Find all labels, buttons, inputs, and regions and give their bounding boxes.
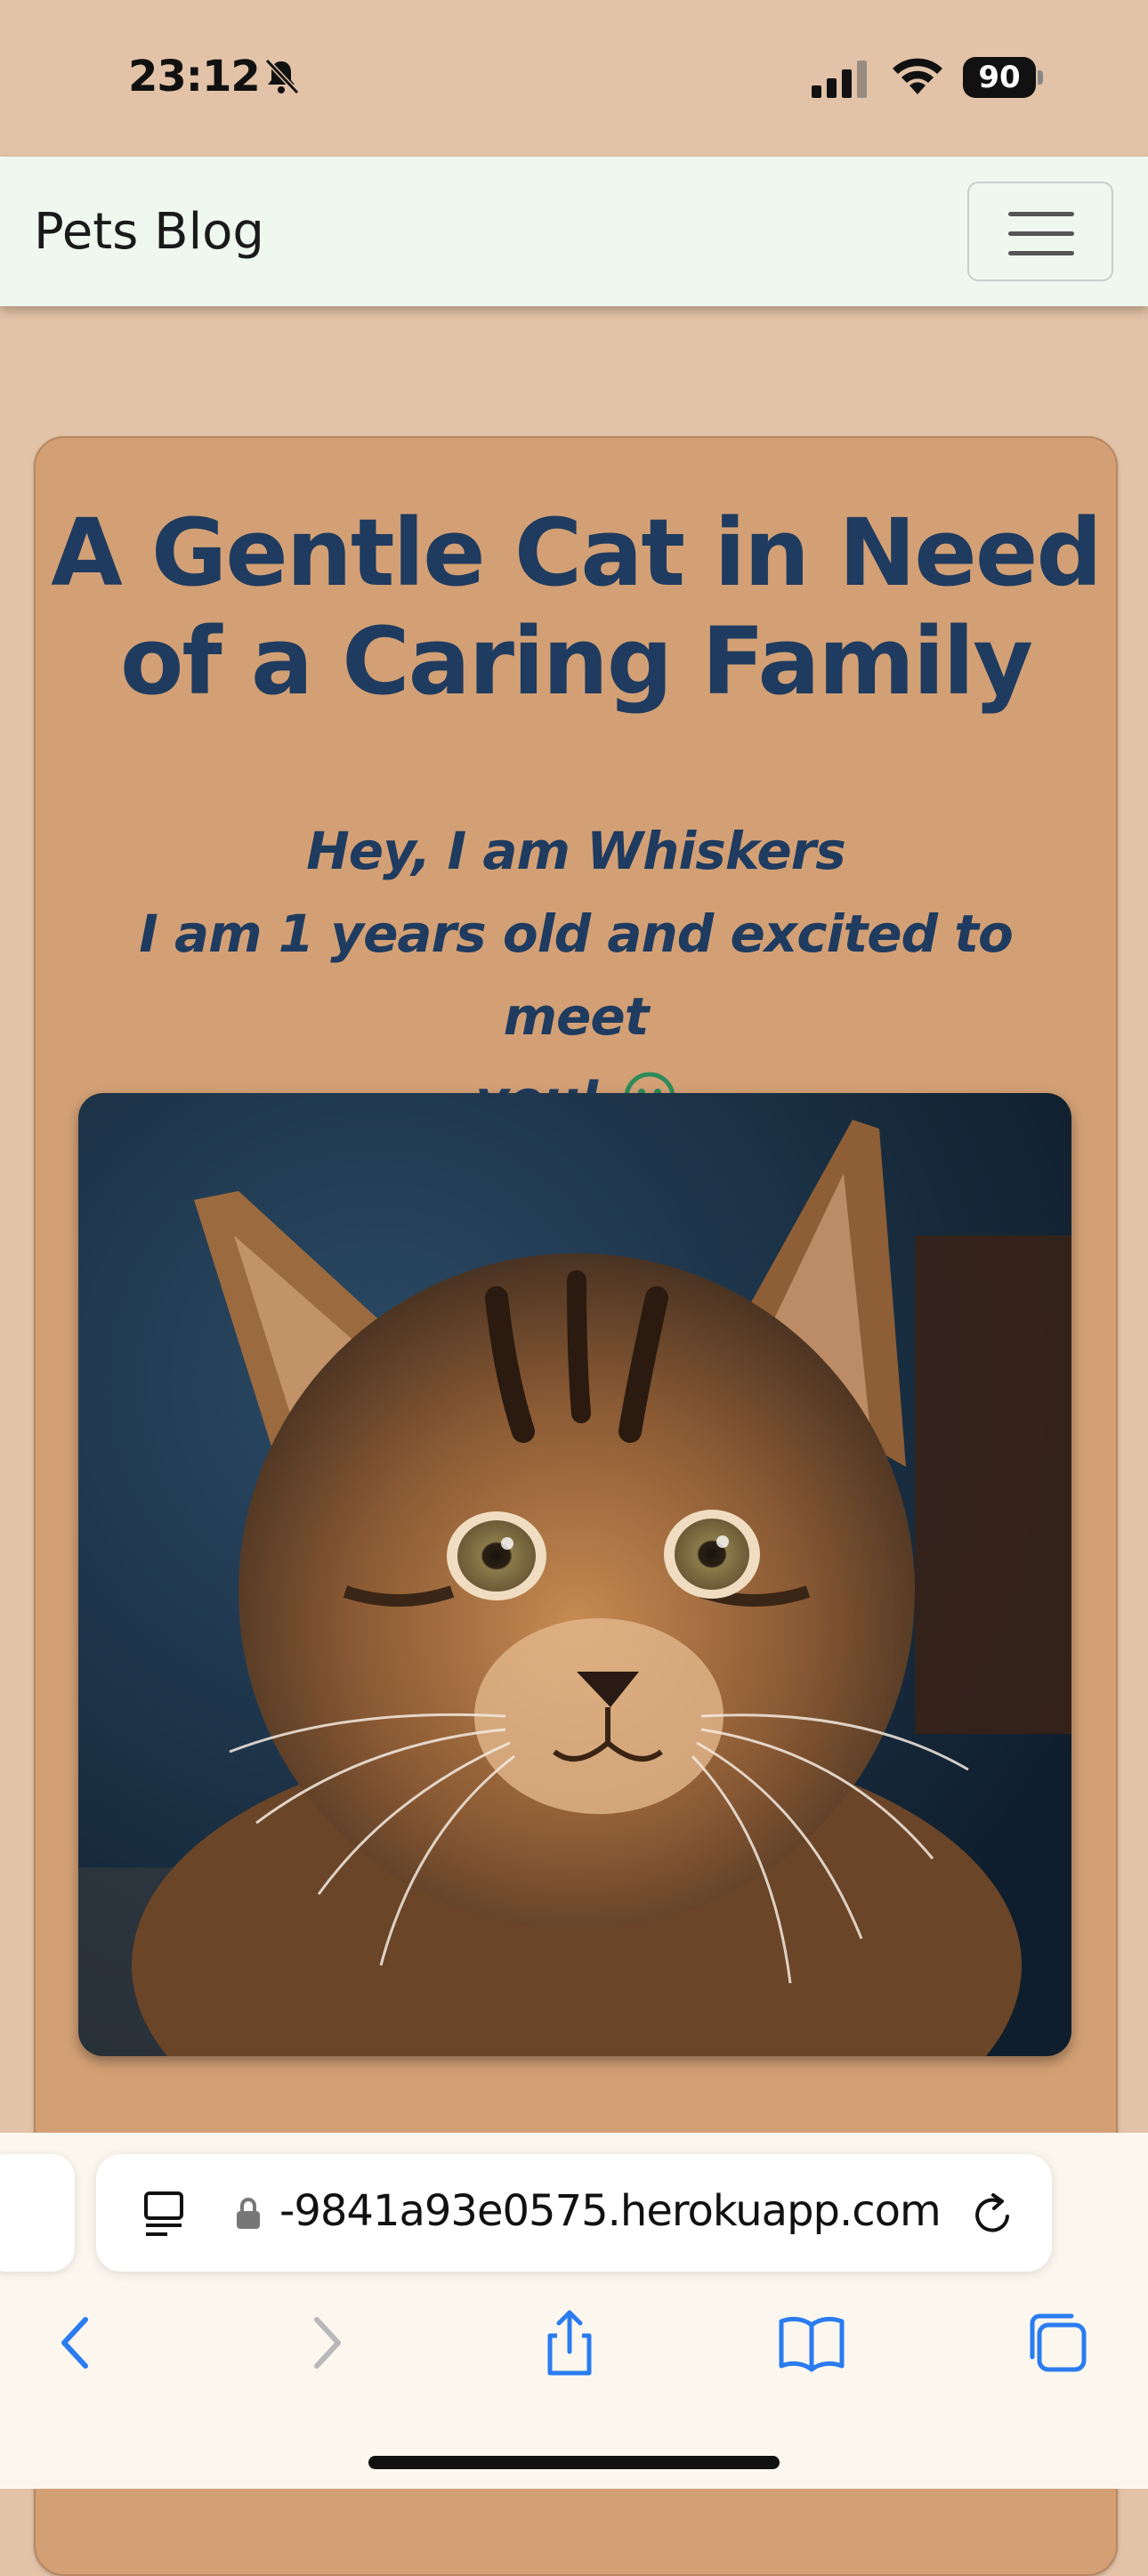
silent-bell-icon — [264, 58, 300, 95]
forward-icon[interactable] — [290, 2307, 361, 2378]
battery-level: 90 — [978, 60, 1021, 95]
share-icon[interactable] — [534, 2307, 605, 2378]
reload-icon[interactable] — [968, 2190, 1018, 2240]
status-bar: 23:12 90 — [0, 0, 1148, 157]
status-time: 23:12 — [128, 52, 261, 101]
previous-tab-preview[interactable] — [0, 2154, 75, 2272]
page-title: A Gentle Cat in Need of a Caring Family — [51, 498, 1103, 716]
page-menu-icon[interactable] — [141, 2190, 187, 2240]
battery-indicator: 90 — [963, 57, 1043, 98]
navbar-toggle-button[interactable] — [967, 182, 1113, 281]
navbar-brand[interactable]: Pets Blog — [34, 203, 264, 261]
bookmarks-icon[interactable] — [776, 2307, 847, 2378]
lock-icon — [237, 2198, 260, 2229]
cellular-signal-icon — [812, 61, 867, 98]
back-icon[interactable] — [41, 2307, 112, 2378]
pet-intro: Hey, I am Whiskers I am 1 years old and … — [89, 810, 1063, 1141]
browser-toolbar: -9841a93e0575.herokuapp.com — [0, 2133, 1148, 2489]
home-indicator — [368, 2456, 780, 2469]
address-bar[interactable]: -9841a93e0575.herokuapp.com — [96, 2154, 1052, 2272]
wifi-icon — [893, 58, 942, 94]
navbar: Pets Blog — [0, 157, 1148, 306]
url-text[interactable]: -9841a93e0575.herokuapp.com — [279, 2186, 942, 2236]
hamburger-icon — [1008, 212, 1074, 216]
tabs-icon[interactable] — [1022, 2307, 1093, 2378]
cat-photo — [78, 1093, 1071, 2056]
